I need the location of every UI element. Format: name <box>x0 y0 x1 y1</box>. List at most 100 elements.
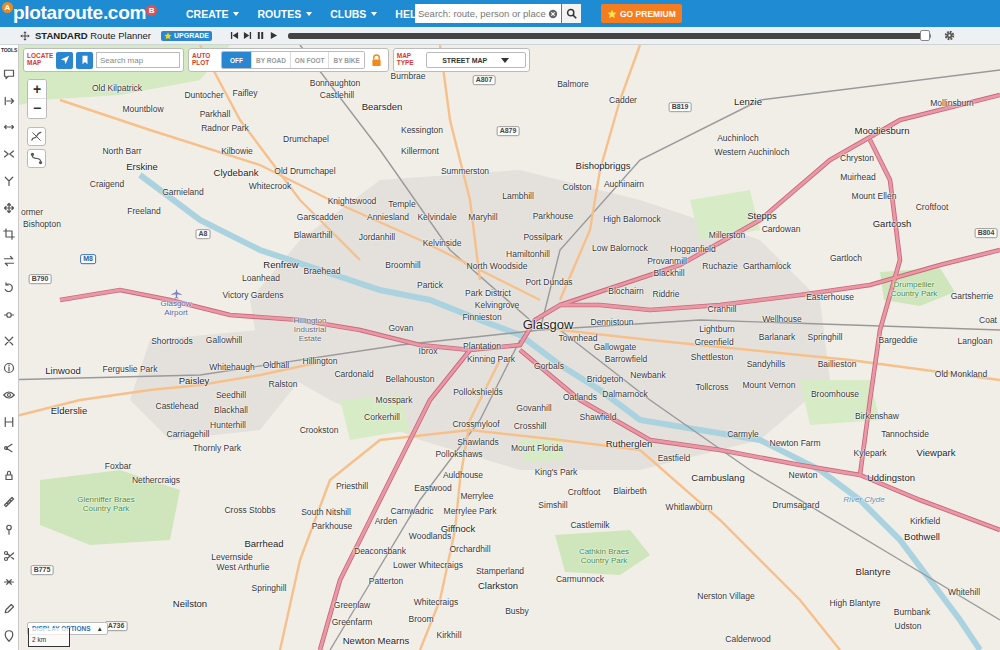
lock-icon[interactable] <box>3 469 15 481</box>
loop-icon[interactable] <box>3 309 15 321</box>
top-bar: Aplotaroute.comBCREATEROUTESCLUBSHELPGO … <box>0 0 1000 27</box>
eye-icon[interactable] <box>3 389 15 401</box>
upgrade-button[interactable]: UPGRADE <box>161 31 212 41</box>
place-label: Merrylee Park <box>444 507 497 516</box>
place-label: Whitecraigs <box>414 598 458 607</box>
gear-icon[interactable] <box>943 29 956 42</box>
place-label: Patterton <box>369 577 404 586</box>
split-icon[interactable] <box>3 148 15 160</box>
caret-icon <box>233 12 239 16</box>
playback-slider-knob[interactable] <box>920 30 930 41</box>
bookmark-button[interactable] <box>76 52 93 69</box>
place-label: Kinning Park <box>467 355 515 364</box>
zoom-out-button[interactable]: − <box>28 99 46 118</box>
place-label: Broomhill <box>385 261 420 270</box>
menu-item[interactable]: ROUTES <box>257 8 312 20</box>
place-label: Garscadden <box>297 213 343 222</box>
auto-plot-option[interactable]: OFF <box>222 52 252 68</box>
play-icon[interactable] <box>269 31 278 40</box>
auto-plot-option[interactable]: BY BIKE <box>329 52 363 68</box>
place-label: Uddingston <box>867 473 915 483</box>
route-tools <box>27 127 46 168</box>
go-premium-button[interactable]: GO PREMIUM <box>601 4 682 23</box>
logo-badge-b: B <box>146 5 157 16</box>
place-label: Gartloch <box>830 254 862 263</box>
place-label: Glasgow <box>523 318 574 332</box>
playback-slider[interactable] <box>288 33 931 39</box>
route-layer-button[interactable] <box>27 127 46 146</box>
place-label: Crookston <box>300 426 339 435</box>
route-draw-button[interactable] <box>27 149 46 168</box>
place-label: Kilbowie <box>221 147 253 156</box>
place-label: Clydebank <box>214 168 259 178</box>
place-label: Bellahouston <box>385 375 434 384</box>
place-label: Parkhouse <box>312 522 353 531</box>
logo-text: plotaroute.com <box>13 2 146 24</box>
menu-item[interactable]: CLUBS <box>330 8 377 20</box>
info-icon[interactable] <box>3 362 15 374</box>
share-icon[interactable] <box>3 442 15 454</box>
map-type-select[interactable]: STREET MAP <box>426 52 526 68</box>
swap-icon[interactable] <box>3 255 15 267</box>
place-label: Old Monkland <box>935 370 987 379</box>
clear-icon[interactable] <box>548 9 558 19</box>
site-search <box>415 4 561 23</box>
map-search-input[interactable] <box>96 52 180 68</box>
pencil-icon[interactable] <box>3 603 15 615</box>
place-label: Renfrew <box>263 260 298 270</box>
place-label: Shortroods <box>151 337 193 346</box>
place-label: River Clyde <box>843 496 884 505</box>
marker-icon[interactable] <box>3 630 15 642</box>
logo[interactable]: Aplotaroute.comB <box>0 0 176 27</box>
ruler-icon[interactable] <box>3 496 15 508</box>
place-label: Summerston <box>441 167 489 176</box>
road-label: B775 <box>31 565 54 575</box>
comment-icon[interactable] <box>3 68 15 80</box>
route-path-icon <box>30 152 43 165</box>
place-label: Park District <box>465 289 511 298</box>
place-label: Woodlands <box>409 532 451 541</box>
place-label: Tannochside <box>881 430 929 439</box>
start-line-icon[interactable] <box>3 95 15 107</box>
place-label: Lambhill <box>502 192 534 201</box>
move-icon[interactable] <box>3 202 15 214</box>
place-label: Mountblow <box>122 105 163 114</box>
height-icon[interactable] <box>3 416 15 428</box>
scissors-icon[interactable] <box>3 550 15 562</box>
place-label: Townhead <box>559 334 598 343</box>
lock-icon <box>371 54 382 67</box>
search-input[interactable] <box>418 8 548 19</box>
pin-icon[interactable] <box>3 523 15 535</box>
branch-icon[interactable] <box>3 175 15 187</box>
line-icon[interactable] <box>3 121 15 133</box>
place-label: Freeland <box>127 207 161 216</box>
place-label: Mount Florida <box>511 444 563 453</box>
place-label: Gallowhill <box>206 336 242 345</box>
join-icon[interactable] <box>3 576 15 588</box>
pause-icon[interactable] <box>256 31 265 40</box>
zoom-in-button[interactable]: + <box>28 80 46 99</box>
skip-start-icon[interactable] <box>230 31 239 40</box>
skip-end-icon[interactable] <box>243 31 252 40</box>
place-label: Springhill <box>252 584 287 593</box>
auto-plot-option[interactable]: BY ROAD <box>252 52 291 68</box>
crop-icon[interactable] <box>3 228 15 240</box>
lock-button[interactable] <box>368 52 385 69</box>
delete-icon[interactable] <box>3 335 15 347</box>
auto-plot-option[interactable]: ON FOOT <box>291 52 330 68</box>
map[interactable]: BurnbraeA807BalmoreBonnaughtonOld Kilpat… <box>0 45 1000 650</box>
place-label: Barlanark <box>759 333 795 342</box>
menu-item[interactable]: CREATE <box>186 8 239 20</box>
search-button[interactable] <box>562 4 581 23</box>
place-label: Levernside <box>211 553 253 562</box>
auto-plot-label: AUTO PLOT <box>192 53 218 67</box>
drag-handle-icon[interactable] <box>20 31 30 41</box>
road-label: B790 <box>29 274 52 284</box>
place-label: Baillieston <box>818 360 857 369</box>
place-label: Whitlawburn <box>666 503 713 512</box>
place-label: Crosshill <box>514 422 547 431</box>
place-label: Crossmyloof <box>452 420 499 429</box>
undo-icon[interactable] <box>3 282 15 294</box>
place-label: Finnieston <box>462 313 501 322</box>
locate-button[interactable] <box>56 52 73 69</box>
